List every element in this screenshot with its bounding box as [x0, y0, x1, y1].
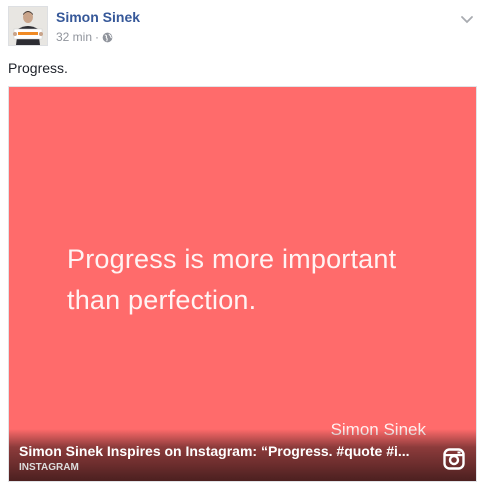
link-attachment[interactable]: Progress is more important than perfecti…	[8, 86, 477, 482]
instagram-icon	[443, 448, 465, 470]
facebook-post: Simon Sinek 32 min · Progress. Progress …	[0, 0, 486, 495]
globe-icon[interactable]	[102, 32, 113, 43]
attachment-source: INSTAGRAM	[19, 462, 79, 473]
post-meta: 32 min ·	[56, 30, 113, 44]
timestamp-link[interactable]: 32 min	[56, 30, 92, 44]
chevron-down-icon[interactable]	[460, 12, 474, 24]
avatar[interactable]	[8, 6, 48, 46]
attachment-title[interactable]: Simon Sinek Inspires on Instagram: “Prog…	[19, 443, 429, 459]
author-name-link[interactable]: Simon Sinek	[56, 9, 140, 25]
post-caption: Progress.	[8, 60, 68, 76]
post-header: Simon Sinek 32 min ·	[8, 6, 478, 48]
attachment-overlay: Simon Sinek Inspires on Instagram: “Prog…	[9, 429, 476, 481]
meta-separator: ·	[95, 30, 100, 44]
quote-text: Progress is more important than perfecti…	[67, 244, 397, 315]
quote-image: Progress is more important than perfecti…	[9, 87, 476, 481]
